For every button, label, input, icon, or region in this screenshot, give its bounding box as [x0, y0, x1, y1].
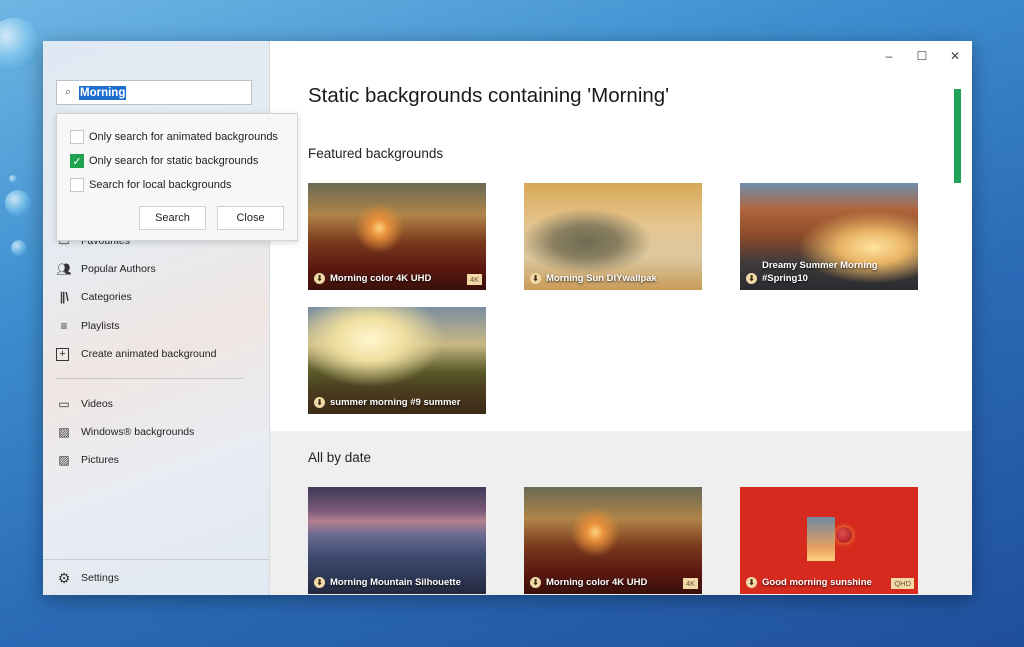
option-animated-only[interactable]: Only search for animated backgrounds [70, 130, 278, 144]
download-icon: ⬇ [314, 397, 325, 408]
image-icon: ▨ [58, 425, 70, 439]
checkbox-animated[interactable] [70, 130, 84, 144]
sidebar-item-categories[interactable]: ∥\ Categories [56, 286, 131, 308]
categories-icon: ∥\ [59, 290, 69, 304]
gear-icon: ⚙ [57, 569, 71, 586]
maximize-icon: ☐ [916, 49, 928, 63]
download-icon: ⬇ [314, 577, 325, 588]
resolution-badge: QHD [891, 578, 914, 589]
maximize-button[interactable]: ☐ [907, 47, 937, 65]
settings-bar: ⚙ Settings [43, 559, 270, 595]
sidebar-item-settings[interactable]: ⚙ Settings [56, 567, 119, 589]
close-button[interactable]: Close [217, 206, 284, 230]
authors-icon: 👥︎ [56, 262, 72, 276]
desktop-bubble [11, 240, 27, 256]
desktop-bubble [0, 18, 40, 70]
minimize-icon: – [885, 49, 893, 63]
playlists-icon: ≡ [60, 319, 68, 333]
background-tile[interactable]: ⬇ Good morning sunshine QHD [740, 487, 918, 594]
background-tile[interactable]: ⬇ Morning Mountain Silhouette [308, 487, 486, 594]
resolution-badge: 4K [466, 274, 482, 285]
option-static-only[interactable]: ✓ Only search for static backgrounds [70, 154, 258, 168]
all-section-title: All by date [308, 450, 372, 465]
sidebar-item-pictures[interactable]: ▨ Pictures [56, 449, 119, 471]
close-icon: ✕ [949, 49, 961, 63]
add-icon: + [56, 347, 69, 361]
tile-artwork [807, 517, 835, 561]
sidebar-item-create-animated[interactable]: + Create animated background [56, 343, 216, 365]
download-icon: ⬇ [746, 577, 757, 588]
main-content: – ☐ ✕ Static backgrounds containing 'Mor… [270, 41, 972, 595]
download-icon: ⬇ [746, 273, 757, 284]
resolution-badge: 4K [682, 578, 698, 589]
close-window-button[interactable]: ✕ [940, 47, 970, 65]
featured-section-title: Featured backgrounds [308, 146, 444, 161]
search-input[interactable]: ⌕ Morning [56, 80, 252, 105]
desktop-bubble [9, 175, 17, 183]
download-icon: ⬇ [530, 577, 541, 588]
background-tile[interactable]: ⬇ Dreamy Summer Morning #Spring10 [740, 183, 918, 290]
page-title: Static backgrounds containing 'Morning' [308, 84, 670, 107]
background-tile[interactable]: ⬇ Morning Sun DIYwallpak [524, 183, 702, 290]
search-button[interactable]: Search [139, 206, 206, 230]
search-options-popup: Only search for animated backgrounds ✓ O… [56, 113, 298, 241]
all-by-date-section: All by date ⬇ Morning Mountain Silhouette… [270, 431, 972, 595]
scroll-indicator[interactable] [954, 89, 961, 183]
sidebar-item-popular-authors[interactable]: 👥︎ Popular Authors [56, 258, 155, 280]
image-icon: ▨ [58, 453, 70, 467]
checkbox-static[interactable]: ✓ [70, 154, 84, 168]
background-tile[interactable]: ⬇ summer morning #9 summer [308, 307, 486, 414]
sidebar-item-windows-backgrounds[interactable]: ▨ Windows® backgrounds [56, 421, 194, 443]
option-local[interactable]: Search for local backgrounds [70, 178, 231, 192]
video-icon: ▭ [58, 397, 70, 411]
checkbox-local[interactable] [70, 178, 84, 192]
sidebar-item-playlists[interactable]: ≡ Playlists [56, 315, 119, 337]
desktop-bubble [5, 190, 31, 216]
checkmark-icon: ✓ [72, 155, 82, 168]
minimize-button[interactable]: – [874, 47, 904, 65]
background-tile[interactable]: ⬇ Morning color 4K UHD 4K [524, 487, 702, 594]
download-icon: ⬇ [530, 273, 541, 284]
sidebar-divider [56, 378, 243, 379]
search-icon: ⌕ [64, 86, 72, 98]
sidebar-item-videos[interactable]: ▭ Videos [56, 393, 113, 415]
tile-artwork-sun [836, 527, 852, 543]
background-tile[interactable]: ⬇ Morning color 4K UHD 4K [308, 183, 486, 290]
search-value: Morning [79, 85, 127, 100]
download-icon: ⬇ [314, 273, 325, 284]
